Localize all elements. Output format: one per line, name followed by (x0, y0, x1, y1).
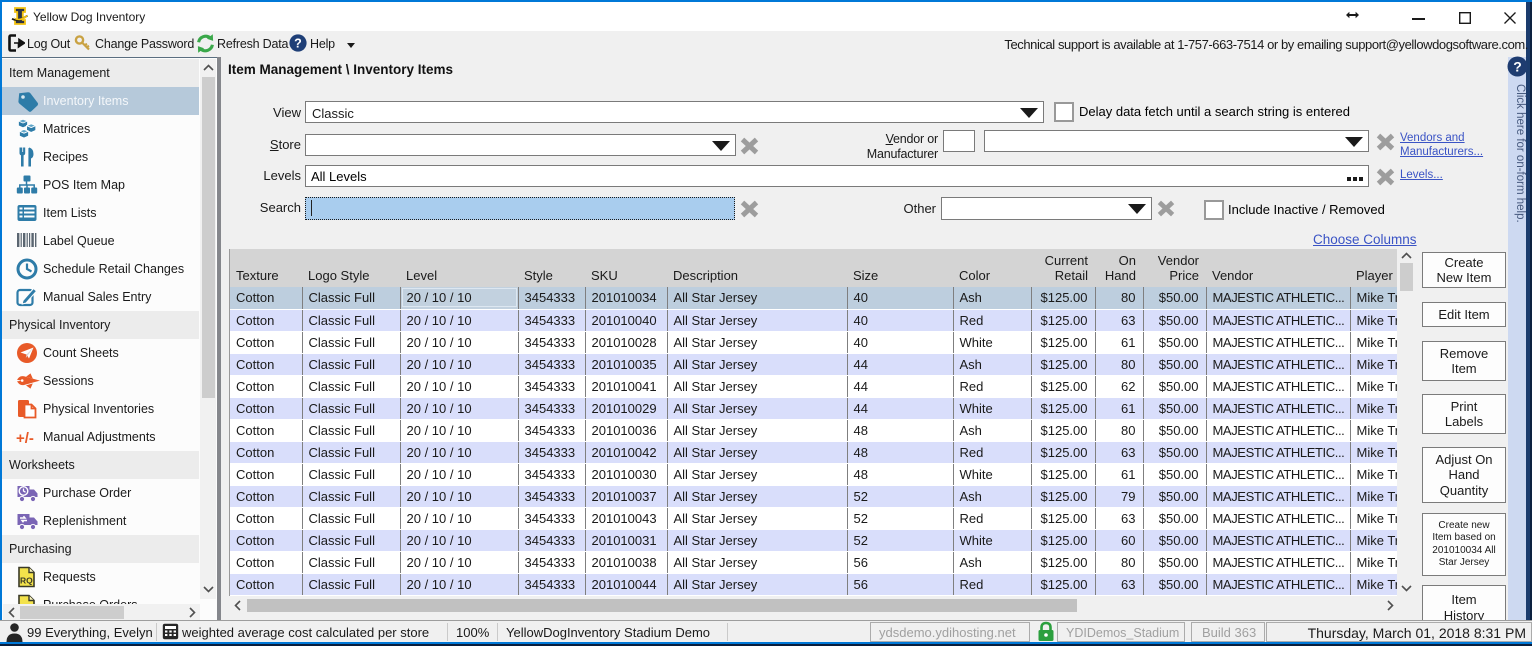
svg-text:+/-: +/- (16, 430, 34, 447)
svg-text:?: ? (1513, 59, 1522, 75)
svg-text:RQ: RQ (20, 576, 33, 586)
svg-text:?: ? (294, 36, 302, 50)
